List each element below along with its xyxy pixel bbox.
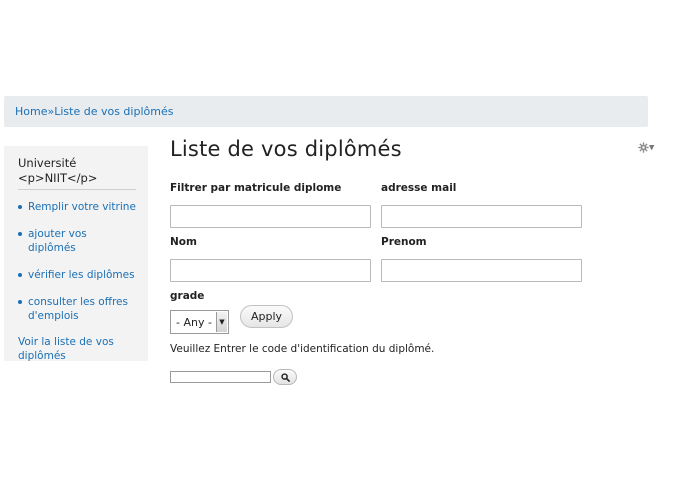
grade-select[interactable]: - Any - ▼ [170, 310, 229, 334]
code-input[interactable] [170, 371, 271, 383]
prenom-label: Prenom [381, 236, 427, 248]
grade-label: grade [170, 290, 205, 302]
gear-icon[interactable]: ▼ [638, 140, 658, 154]
breadcrumb-separator: » [47, 105, 55, 118]
matricule-label: Filtrer par matricule diplome [170, 182, 342, 194]
sidebar-title: Université <p>NIIT</p> [18, 156, 136, 190]
sidebar: Université <p>NIIT</p> Remplir votre vit… [4, 146, 148, 363]
sidebar-link-remplir-vitrine[interactable]: Remplir votre vitrine [28, 201, 136, 213]
nom-input[interactable] [170, 259, 371, 282]
page-title: Liste de vos diplômés [170, 137, 402, 161]
nom-label: Nom [170, 236, 197, 248]
sidebar-item-consulter-offres: consulter les offres d'emplois [18, 295, 136, 323]
email-input[interactable] [381, 205, 582, 228]
breadcrumb-current-link[interactable]: Liste de vos diplômés [54, 105, 173, 118]
chevron-down-icon: ▼ [649, 143, 655, 152]
search-button[interactable] [273, 369, 297, 385]
chevron-down-icon: ▼ [216, 312, 227, 332]
sidebar-menu: Remplir votre vitrine ajouter vos diplôm… [18, 200, 136, 323]
breadcrumb: Home » Liste de vos diplômés [4, 96, 648, 127]
sidebar-link-liste-diplomes[interactable]: Voir la liste de vos diplômés [18, 335, 136, 363]
grade-select-value: - Any - [176, 315, 212, 329]
code-help-text: Veuillez Entrer le code d'identification… [170, 343, 435, 355]
sidebar-item-verifier-diplomes: vérifier les diplômes [18, 268, 136, 282]
sidebar-item-remplir-vitrine: Remplir votre vitrine [18, 200, 136, 214]
matricule-input[interactable] [170, 205, 371, 228]
email-label: adresse mail [381, 182, 457, 194]
breadcrumb-home-link[interactable]: Home [15, 105, 47, 118]
sidebar-link-ajouter-diplomes[interactable]: ajouter vos diplômés [28, 228, 87, 254]
prenom-input[interactable] [381, 259, 582, 282]
search-icon [280, 372, 290, 382]
apply-button[interactable]: Apply [240, 305, 293, 328]
sidebar-link-verifier-diplomes[interactable]: vérifier les diplômes [28, 269, 135, 281]
sidebar-item-ajouter-diplomes: ajouter vos diplômés [18, 227, 136, 255]
sidebar-link-consulter-offres[interactable]: consulter les offres d'emplois [28, 296, 128, 322]
